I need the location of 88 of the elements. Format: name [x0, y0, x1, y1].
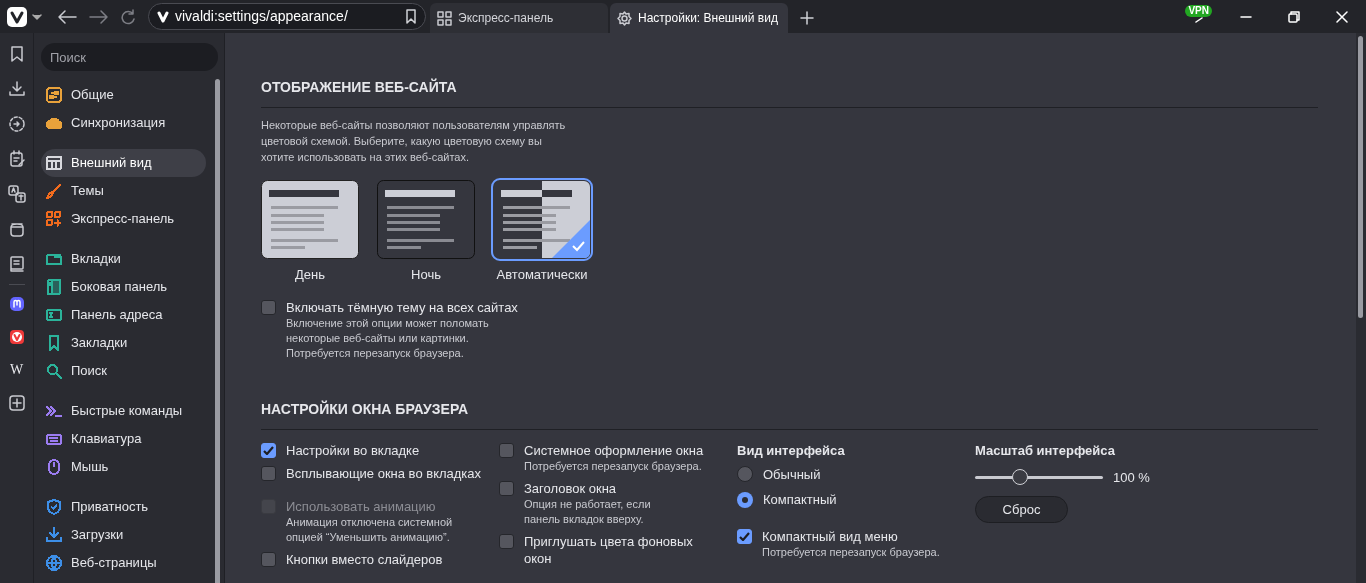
theme-option[interactable]	[261, 180, 359, 259]
history-icon[interactable]	[7, 115, 26, 133]
group-heading: Вид интерфейса	[737, 441, 846, 459]
option-label[interactable]: Приглушать цвета фоновых окон	[524, 532, 709, 567]
translate-icon[interactable]	[7, 185, 26, 203]
section-heading: ОТОБРАЖЕНИЕ ВЕБ-САЙТА	[261, 77, 458, 97]
vivaldi-logo-icon[interactable]	[6, 5, 28, 28]
option-note: Потребуется перезапуск браузера.	[524, 458, 703, 474]
sidebar-item[interactable]: Панель адреса	[41, 301, 206, 329]
sidebar-item[interactable]: Внешний вид	[41, 149, 206, 177]
reload-icon[interactable]	[120, 8, 136, 25]
sidebar-item[interactable]: Приватность	[41, 493, 206, 521]
sidebar-item[interactable]: Экспресс-панель	[41, 205, 206, 233]
option-label[interactable]: Заголовок окна	[524, 479, 651, 497]
option-label[interactable]: Кнопки вместо слайдеров	[286, 550, 443, 568]
caret-icon[interactable]	[32, 12, 42, 21]
scale-reading: 100 %	[1113, 468, 1150, 487]
option-label[interactable]: Включать тёмную тему на всех сайтах	[286, 298, 518, 316]
option-label[interactable]: Системное оформление окна	[524, 441, 704, 459]
download-icon[interactable]	[7, 80, 26, 98]
option-note: Опция не работает, если	[524, 496, 651, 512]
checkbox[interactable]	[261, 551, 276, 567]
radio-button[interactable]	[737, 466, 753, 483]
theme-label: Автоматически	[496, 266, 588, 284]
radio-button[interactable]	[737, 491, 753, 508]
sidebar-item[interactable]: Общие	[41, 81, 206, 109]
sidebar-item[interactable]: Веб-страницы	[41, 549, 206, 577]
restore-icon[interactable]	[1288, 10, 1300, 23]
grid-icon	[437, 10, 452, 26]
checkbox[interactable]	[499, 442, 514, 458]
checkbox[interactable]	[737, 528, 752, 544]
sidebar-item[interactable]: Загрузки	[41, 521, 206, 549]
option-note: панель вкладок вверху.	[524, 511, 645, 527]
reset-button[interactable]: Сброс	[975, 496, 1068, 523]
option-note: Потребуется перезапуск браузера.	[286, 345, 465, 361]
group-heading: Масштаб интерфейса	[975, 441, 1116, 459]
theme-option[interactable]	[377, 180, 475, 259]
sidebar-item[interactable]: Поиск	[41, 357, 206, 385]
sidebar-item[interactable]: Темы	[41, 177, 206, 205]
option-label[interactable]: Настройки во вкладке	[286, 441, 420, 459]
close-icon[interactable]	[1336, 10, 1348, 23]
browser-tab[interactable]: Настройки: Внешний вид	[610, 3, 788, 33]
scrollbar[interactable]	[215, 79, 220, 583]
sidebar-item[interactable]: Вкладки	[41, 245, 206, 273]
back-icon[interactable]	[56, 8, 78, 25]
sidebar-item[interactable]: Синхронизация	[41, 109, 206, 137]
notes-icon[interactable]	[7, 150, 26, 168]
new-tab-icon[interactable]	[800, 11, 814, 25]
option-label[interactable]: Всплывающие окна во вкладках	[286, 464, 482, 482]
slider-thumb[interactable]	[1011, 469, 1028, 486]
checkbox[interactable]	[499, 533, 514, 549]
option-note: опцией “Уменьшить анимацию”.	[286, 529, 451, 545]
vivaldi-icon	[157, 10, 169, 23]
sidebar-item[interactable]: Быстрые команды	[41, 397, 206, 425]
option-note: Анимация отключена системной	[286, 514, 453, 530]
section-heading: НАСТРОЙКИ ОКНА БРАУЗЕРА	[261, 399, 470, 419]
bookmark-icon[interactable]	[405, 9, 417, 24]
search-field[interactable]: Поиск	[41, 43, 218, 71]
section-description: Некоторые веб-сайты позволяют пользователям управлять цветовой схемой. Выберите, какую цветовую схему вы хотите использовать на этих веб-сайтах.	[261, 118, 567, 165]
theme-option[interactable]	[493, 180, 591, 259]
web-panel-label[interactable]: W	[9, 362, 24, 378]
option-label[interactable]: Компактный вид меню	[762, 527, 940, 545]
scale-slider[interactable]	[975, 469, 1103, 486]
radio-label[interactable]: Компактный	[763, 490, 837, 510]
mastodon-icon[interactable]	[8, 296, 25, 312]
vivaldi-icon[interactable]	[8, 329, 25, 345]
theme-label: Ночь	[411, 266, 441, 284]
book-icon[interactable]	[7, 255, 26, 273]
scrollbar[interactable]	[1358, 36, 1363, 318]
checkbox[interactable]	[261, 442, 276, 458]
sidebar-item[interactable]: Закладки	[41, 329, 206, 357]
add-panel-icon[interactable]	[8, 395, 25, 411]
forward-icon[interactable]	[88, 8, 110, 25]
checkbox[interactable]	[499, 480, 514, 496]
sidebar-item[interactable]: Боковая панель	[41, 273, 206, 301]
checkbox[interactable]	[261, 465, 276, 481]
option-note: Включение этой опции может поломать	[286, 315, 490, 331]
browser-tab[interactable]: Экспресс-панель	[430, 3, 608, 33]
reading-icon[interactable]	[7, 220, 26, 238]
sidebar-item[interactable]: Мышь	[41, 453, 206, 481]
sidebar-item[interactable]: Клавиатура	[41, 425, 206, 453]
radio-label[interactable]: Обычный	[763, 464, 821, 484]
address-field[interactable]: vivaldi:settings/appearance/	[148, 3, 426, 30]
gear-icon	[617, 10, 632, 26]
theme-label: День	[295, 266, 325, 284]
option-note: некоторые веб-сайты или картинки.	[286, 330, 470, 346]
checkbox[interactable]	[261, 299, 276, 315]
option-note: Потребуется перезапуск браузера.	[762, 544, 940, 560]
